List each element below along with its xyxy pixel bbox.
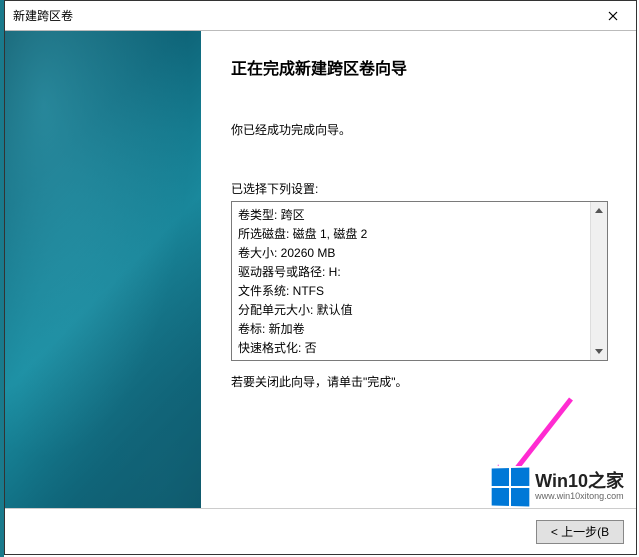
watermark-text: Win10之家 www.win10xitong.com: [535, 472, 624, 502]
windows-logo-icon: [492, 467, 530, 506]
list-item: 卷类型: 跨区: [238, 206, 587, 225]
closing-instruction: 若要关闭此向导，请单击"完成"。: [231, 373, 608, 390]
watermark-url: www.win10xitong.com: [535, 492, 624, 502]
wizard-side-image: [5, 31, 201, 554]
wizard-content: 正在完成新建跨区卷向导 你已经成功完成向导。 已选择下列设置: 卷类型: 跨区 …: [201, 31, 636, 554]
list-item: 卷标: 新加卷: [238, 320, 587, 339]
list-item: 快速格式化: 否: [238, 339, 587, 358]
window-title: 新建跨区卷: [13, 7, 73, 24]
chevron-up-icon: [595, 208, 603, 213]
wizard-heading: 正在完成新建跨区卷向导: [231, 55, 608, 79]
list-item: 所选磁盘: 磁盘 1, 磁盘 2: [238, 225, 587, 244]
list-item: 分配单元大小: 默认值: [238, 301, 587, 320]
list-item: 文件系统: NTFS: [238, 282, 587, 301]
dialog-body: 正在完成新建跨区卷向导 你已经成功完成向导。 已选择下列设置: 卷类型: 跨区 …: [5, 31, 636, 554]
list-item: 卷大小: 20260 MB: [238, 244, 587, 263]
list-item: 驱动器号或路径: H:: [238, 263, 587, 282]
wizard-intro-text: 你已经成功完成向导。: [231, 121, 608, 138]
scroll-down-button[interactable]: [591, 343, 608, 360]
wizard-dialog: 新建跨区卷 正在完成新建跨区卷向导 你已经成功完成向导。 已选择下列设置: 卷类…: [4, 0, 637, 555]
button-row: < 上一步(B: [5, 508, 636, 554]
watermark-title: Win10之家: [535, 472, 624, 492]
back-button-label: < 上一步(B: [551, 523, 609, 540]
scrollbar-vertical[interactable]: [590, 202, 607, 360]
settings-label: 已选择下列设置:: [231, 180, 608, 197]
titlebar: 新建跨区卷: [5, 1, 636, 31]
settings-listbox[interactable]: 卷类型: 跨区 所选磁盘: 磁盘 1, 磁盘 2 卷大小: 20260 MB 驱…: [231, 201, 608, 361]
chevron-down-icon: [595, 349, 603, 354]
close-button[interactable]: [590, 1, 636, 31]
close-icon: [608, 11, 618, 21]
back-button[interactable]: < 上一步(B: [536, 520, 624, 544]
scroll-up-button[interactable]: [591, 202, 608, 219]
watermark: Win10之家 www.win10xitong.com: [487, 466, 628, 508]
